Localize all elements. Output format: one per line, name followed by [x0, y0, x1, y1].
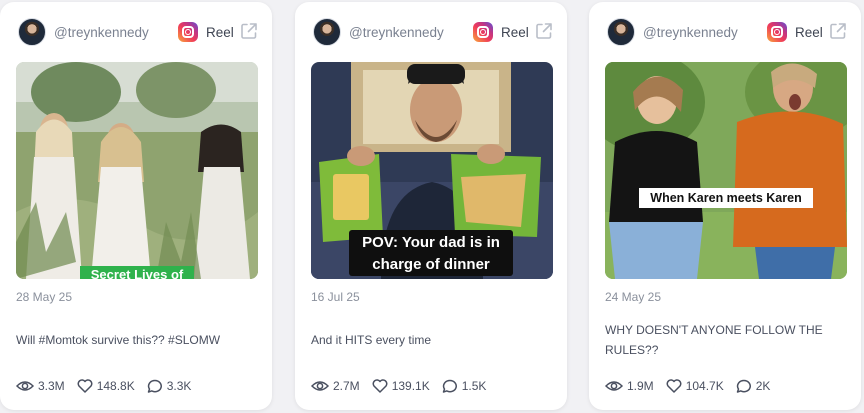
heart-icon — [372, 379, 388, 393]
author-handle[interactable]: @treynkennedy — [643, 25, 738, 40]
likes-count: 148.8K — [96, 379, 135, 393]
card-header: @treynkennedy Reel — [16, 17, 259, 47]
external-link-icon[interactable] — [828, 21, 848, 41]
views-count: 1.9M — [627, 379, 654, 393]
views-stat: 3.3M — [16, 379, 65, 393]
likes-count: 139.1K — [391, 379, 430, 393]
post-card[interactable]: @treynkennedy Reel Secret Lives of 28 Ma… — [0, 2, 272, 410]
engagement-stats: 3.3M 148.8K 3.3K — [16, 378, 203, 394]
external-link-icon[interactable] — [534, 21, 554, 41]
post-type-label: Reel — [206, 25, 234, 40]
views-stat: 1.9M — [605, 379, 654, 393]
overlay-caption-line2: charge of dinner — [372, 256, 490, 273]
comments-stat: 2K — [736, 379, 771, 394]
post-thumbnail[interactable]: POV: Your dad is in charge of dinner — [311, 62, 553, 279]
post-type-label: Reel — [795, 25, 823, 40]
views-count: 3.3M — [38, 379, 65, 393]
likes-stat: 104.7K — [666, 379, 724, 393]
comments-stat: 3.3K — [147, 379, 192, 394]
eye-icon — [16, 381, 34, 391]
post-caption: Will #Momtok survive this?? #SLOMW — [16, 333, 221, 347]
post-card[interactable]: @treynkennedy Reel When Karen meets Kare… — [589, 2, 861, 410]
post-date: 28 May 25 — [16, 290, 73, 304]
post-date: 24 May 25 — [605, 290, 662, 304]
author-handle[interactable]: @treynkennedy — [349, 25, 444, 40]
thumbnail-image — [605, 62, 847, 279]
post-caption: And it HITS every time — [311, 333, 432, 347]
views-count: 2.7M — [333, 379, 360, 393]
eye-icon — [311, 381, 329, 391]
comment-icon — [442, 379, 457, 393]
likes-count: 104.7K — [685, 379, 724, 393]
comment-icon — [147, 379, 162, 393]
comments-count: 1.5K — [461, 379, 487, 393]
overlay-caption-line1: POV: Your dad is in — [362, 234, 500, 251]
author-handle[interactable]: @treynkennedy — [54, 25, 149, 40]
likes-stat: 148.8K — [77, 379, 135, 393]
likes-stat: 139.1K — [372, 379, 430, 393]
avatar[interactable] — [607, 18, 635, 46]
post-type-label: Reel — [501, 25, 529, 40]
external-link-icon[interactable] — [239, 21, 259, 41]
eye-icon — [605, 381, 623, 391]
avatar[interactable] — [18, 18, 46, 46]
overlay-caption: When Karen meets Karen — [639, 188, 813, 208]
card-header: @treynkennedy Reel — [605, 17, 848, 47]
instagram-icon — [178, 22, 198, 42]
overlay-caption: Secret Lives of — [80, 266, 194, 279]
post-thumbnail[interactable]: Secret Lives of — [16, 62, 258, 279]
heart-icon — [666, 379, 682, 393]
instagram-icon — [767, 22, 787, 42]
engagement-stats: 1.9M 104.7K 2K — [605, 378, 782, 394]
heart-icon — [77, 379, 93, 393]
comments-count: 3.3K — [166, 379, 192, 393]
post-caption: WHY DOESN'T ANYONE FOLLOW THE RULES?? — [605, 323, 823, 357]
post-thumbnail[interactable]: When Karen meets Karen — [605, 62, 847, 279]
engagement-stats: 2.7M 139.1K 1.5K — [311, 378, 498, 394]
card-header: @treynkennedy Reel — [311, 17, 554, 47]
thumbnail-image — [16, 62, 258, 279]
comments-count: 2K — [755, 379, 771, 393]
views-stat: 2.7M — [311, 379, 360, 393]
avatar[interactable] — [313, 18, 341, 46]
post-card[interactable]: @treynkennedy Reel POV: Your dad is in c… — [295, 2, 567, 410]
comments-stat: 1.5K — [442, 379, 487, 394]
comment-icon — [736, 379, 751, 393]
instagram-icon — [473, 22, 493, 42]
post-date: 16 Jul 25 — [311, 290, 360, 304]
